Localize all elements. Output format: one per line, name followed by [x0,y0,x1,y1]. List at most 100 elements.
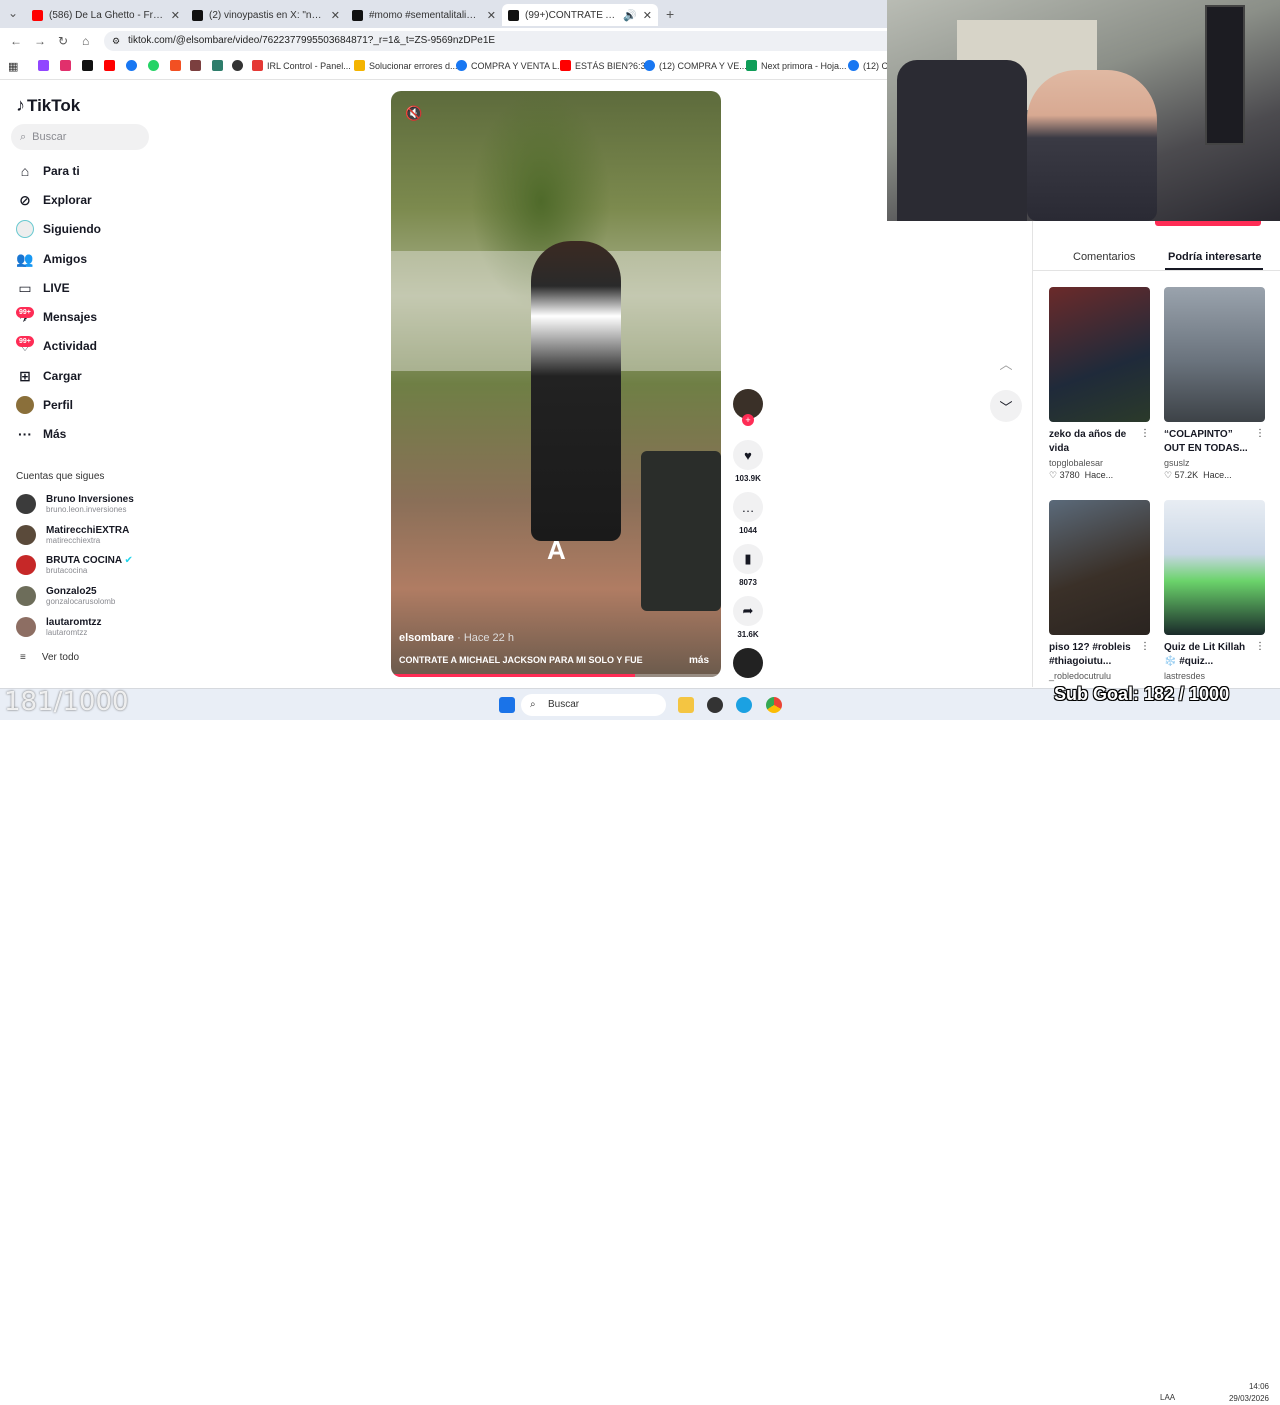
followed-account[interactable]: MatirecchiEXTRA matirecchiextra [16,525,129,545]
bookmark-compra-ve[interactable]: (12) COMPRA Y VE... [644,60,747,71]
home-icon[interactable]: ⌂ [82,34,89,48]
tab-title: (99+)CONTRATE A MICHAE [525,9,617,21]
github-icon[interactable] [232,60,247,71]
nav-for-you[interactable]: ⌂ Para ti [16,162,80,180]
nav-live[interactable]: ▭ LIVE [16,279,69,297]
video-thumbnail[interactable] [1164,287,1265,422]
more-options-icon[interactable]: ⋮ [1255,641,1265,652]
tab-suggestions[interactable]: Podría interesarte [1168,251,1262,263]
followed-account[interactable]: lautaromtzz lautaromtzz [16,617,102,637]
suggested-video-card[interactable]: zeko da años de vida ⋮ topglobalesar ♡ 3… [1049,287,1150,481]
video-title[interactable]: piso 12? #robleis #thiagoiutu... [1049,641,1137,669]
heart-icon[interactable]: ♥ [733,440,763,470]
nav-explore[interactable]: ⊘ Explorar [16,191,92,209]
video-title[interactable]: zeko da años de vida [1049,428,1137,456]
taskbar-search[interactable]: ⌕ Buscar [521,694,666,716]
close-icon[interactable]: ✕ [643,9,652,22]
bookmark-solucionar[interactable]: Solucionar errores d... [354,60,458,71]
edge-icon[interactable] [736,697,752,713]
see-all-link[interactable]: ≡ Ver todo [20,652,79,663]
video-user[interactable]: _robledocutrulu [1049,671,1150,681]
chrome-icon[interactable] [766,697,782,713]
bookmark-next-primora[interactable]: Next primora - Hoja... [746,60,847,71]
followed-account[interactable]: Bruno Inversiones bruno.leon.inversiones [16,494,134,514]
browser-tab-active[interactable]: (99+)CONTRATE A MICHAE 🔊 ✕ [502,4,658,26]
suggested-video-card[interactable]: “COLAPINTO” OUT EN TODAS... ⋮ gsuslz ♡ 5… [1164,287,1265,481]
previous-video-button[interactable]: ︿ [990,347,1022,379]
browser-tab[interactable]: (586) De La Ghetto - Fronteamo ✕ [26,4,186,26]
video-title[interactable]: Quiz de Lit Killah ❄️ #quiz... [1164,641,1252,669]
suggested-video-card[interactable]: piso 12? #robleis #thiagoiutu... ⋮ _robl… [1049,500,1150,681]
app-icon[interactable] [707,697,723,713]
bookmark-irl-control[interactable]: IRL Control - Panel... [252,60,351,71]
next-video-button[interactable]: ﹀ [990,390,1022,422]
windows-start-icon[interactable] [499,697,515,713]
bookmark-app-icon[interactable] [212,60,227,71]
back-icon[interactable]: ← [10,34,22,48]
instagram-icon[interactable] [60,60,75,71]
nav-friends[interactable]: 👥 Amigos [16,250,87,268]
volume-icon[interactable]: 🔇 [405,105,422,122]
search-input[interactable]: ⌕ Buscar [11,124,149,150]
video-user[interactable]: lastresdes [1164,671,1265,681]
comment-icon[interactable]: … [733,492,763,522]
video-author[interactable]: elsombare · Hace 22 h [399,632,514,644]
nav-upload[interactable]: ⊞ Cargar [16,367,82,385]
bookmark-app-icon[interactable] [190,60,205,71]
apps-icon[interactable]: ▦ [8,60,18,73]
system-clock[interactable]: 14:06 29/03/2026 [1221,1381,1269,1405]
share-action[interactable]: ➦ 31.6K [733,596,763,639]
bookmark-icon[interactable]: ▮ [733,544,763,574]
bookmark-estas-bien[interactable]: ESTÁS BIEN?6:33 [560,60,651,71]
twitch-icon[interactable] [38,60,53,71]
video-thumbnail[interactable] [1049,500,1150,635]
video-progress-bar[interactable] [391,674,721,677]
suggested-video-card[interactable]: Quiz de Lit Killah ❄️ #quiz... ⋮ lastres… [1164,500,1265,681]
nav-more[interactable]: ··· Más [16,425,66,443]
facebook-icon[interactable] [126,60,141,71]
audio-icon[interactable]: 🔊 [623,9,637,22]
new-tab-icon[interactable]: + [666,6,674,22]
more-options-icon[interactable]: ⋮ [1255,428,1265,439]
forward-icon[interactable]: → [34,34,46,48]
comment-action[interactable]: … 1044 [733,492,763,535]
browser-tab[interactable]: #momo #sementalitaliano #tor ✕ [346,4,502,26]
x-icon[interactable] [82,60,97,71]
caption-more-button[interactable]: más [689,655,709,666]
video-thumbnail[interactable] [1049,287,1150,422]
language-indicator[interactable]: LAA [1160,1393,1175,1402]
video-user[interactable]: gsuslz [1164,458,1265,468]
file-explorer-icon[interactable] [678,697,694,713]
video-user[interactable]: topglobalesar [1049,458,1150,468]
follow-plus-icon[interactable]: + [742,414,754,426]
video-title[interactable]: “COLAPINTO” OUT EN TODAS... [1164,428,1252,456]
tab-comments[interactable]: Comentarios [1073,251,1135,263]
share-icon[interactable]: ➦ [733,596,763,626]
followed-account[interactable]: BRUTA COCINA ✔ brutacocina [16,555,133,575]
more-options-icon[interactable]: ⋮ [1140,641,1150,652]
music-disc-icon[interactable] [733,648,763,678]
nav-profile[interactable]: Perfil [16,396,73,414]
like-action[interactable]: ♥ 103.9K [733,440,763,483]
site-info-icon[interactable]: ⚙ [112,31,120,51]
whatsapp-icon[interactable] [148,60,163,71]
video-thumbnail[interactable] [1164,500,1265,635]
youtube-icon[interactable] [104,60,119,71]
video-player[interactable]: 🔇 A elsombare · Hace 22 h CONTRATE A MIC… [391,91,721,677]
bookmark-compra-venta[interactable]: COMPRA Y VENTA L... [456,60,565,71]
bookmark-action[interactable]: ▮ 8073 [733,544,763,587]
close-icon[interactable]: ✕ [487,9,496,22]
nav-following[interactable]: Siguiendo [16,220,101,238]
url-field[interactable]: ⚙ tiktok.com/@elsombare/video/7622377995… [104,31,904,51]
tab-list-icon[interactable]: ⌄ [8,6,18,20]
more-options-icon[interactable]: ⋮ [1140,428,1150,439]
reload-icon[interactable]: ↻ [58,34,68,48]
tiktok-logo[interactable]: ♪ TikTok [16,95,80,116]
microsoft-icon[interactable] [170,60,185,71]
followed-account[interactable]: Gonzalo25 gonzalocarusolomb [16,586,115,606]
close-icon[interactable]: ✕ [171,9,180,22]
browser-tab[interactable]: (2) vinoypastis en X: "no sé cuá ✕ [186,4,346,26]
close-icon[interactable]: ✕ [331,9,340,22]
live-icon: ▭ [18,279,32,296]
home-icon: ⌂ [20,163,30,179]
